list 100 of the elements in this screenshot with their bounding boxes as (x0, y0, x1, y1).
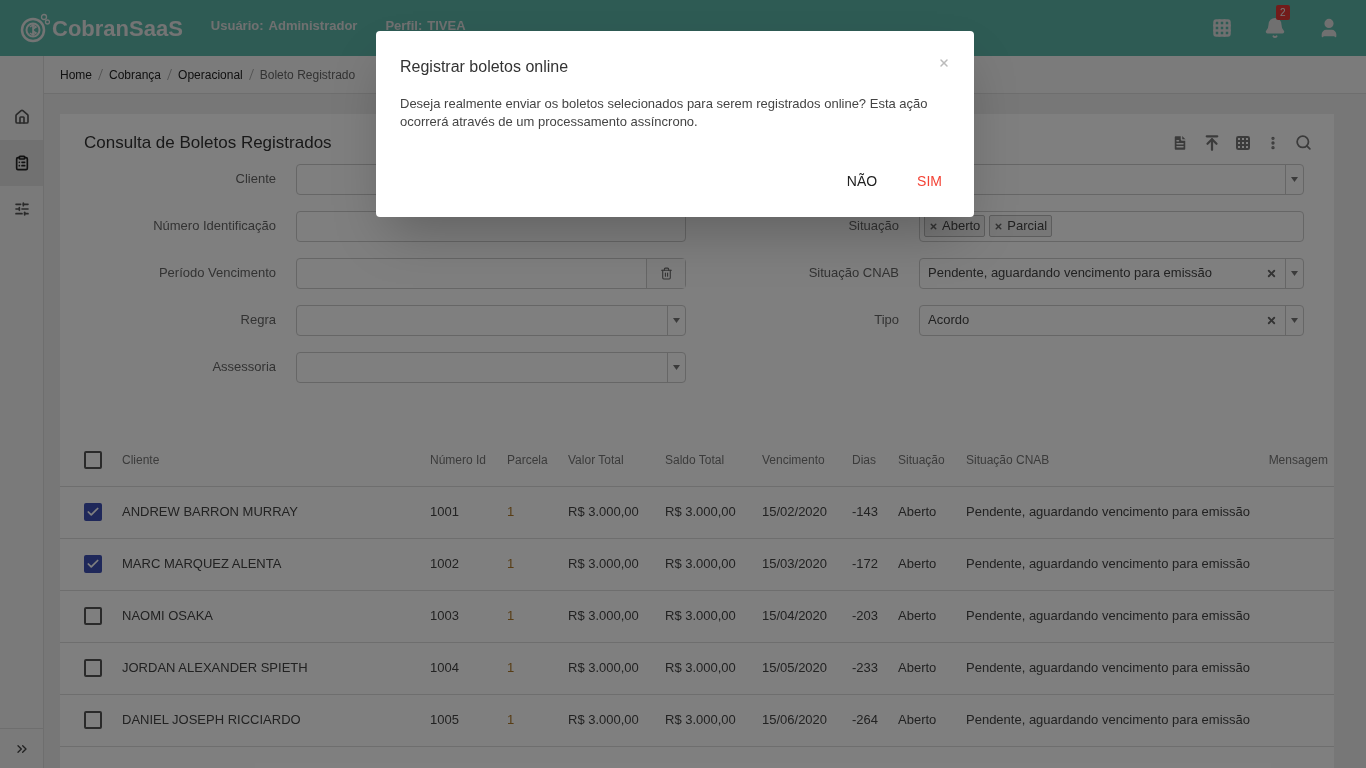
field-label: Tipo (874, 312, 899, 328)
dialog-message: Deseja realmente enviar os boletos selecionados para serem registrados online? Esta ação ocorrerá através de um processamento assíncrono. (399, 95, 929, 131)
apps-grid-icon[interactable] (1212, 18, 1232, 38)
table-cell: MARC MARQUEZ ALENTA (122, 556, 282, 572)
date-range-field[interactable] (296, 257, 686, 289)
remove-tag-icon[interactable] (929, 221, 938, 231)
table-cell: Aberto (898, 504, 937, 520)
table-cell: Pendente, aguardando vencimento para emissão (966, 556, 1251, 572)
table-cell: Aberto (898, 660, 937, 676)
column-header[interactable]: Situação CNAB (966, 453, 1050, 467)
table-cell: R$ 3.000,00 (568, 608, 639, 624)
checkbox[interactable] (84, 607, 102, 625)
table-cell: -203 (852, 608, 879, 624)
table-cell: -143 (852, 504, 879, 520)
table-row[interactable]: ANDREW BARRON MURRAY 1001 1 R$ 3.000,00 R$ 3.000,00 15/02/2020 -143 Aberto Pendente, aguardando vencimento para emissão (60, 486, 1334, 539)
table-cell: Aberto (898, 556, 937, 572)
column-header[interactable]: Cliente (122, 453, 160, 467)
dropdown-caret-icon (1291, 317, 1298, 323)
table-row[interactable]: DANIEL JOSEPH RICCIARDO 1005 1 R$ 3.000,00 R$ 3.000,00 15/06/2020 -264 Aberto Pendente, aguardando vencimento para emissão (60, 694, 1334, 747)
table-cell: Aberto (898, 712, 937, 728)
select-field[interactable]: Acordo (919, 304, 1304, 336)
clipboard-icon (13, 155, 30, 171)
table-cell: -172 (852, 556, 879, 572)
columns-grid-icon[interactable] (1235, 134, 1251, 151)
notifications-bell-icon[interactable] (1264, 17, 1286, 39)
confirm-button[interactable]: SIM (907, 167, 952, 196)
table-cell: Pendente, aguardando vencimento para emissão (966, 608, 1251, 624)
check-icon (86, 557, 100, 571)
table-cell: R$ 3.000,00 (568, 504, 639, 520)
table-cell: R$ 3.000,00 (665, 660, 736, 676)
tag[interactable]: Parcial (989, 215, 1053, 237)
table-cell: 1 (507, 712, 515, 728)
table-cell: DANIEL JOSEPH RICCIARDO (122, 712, 301, 728)
table-cell: 1 (507, 504, 515, 520)
breadcrumb-link[interactable]: Home (60, 65, 92, 84)
column-header[interactable]: Número Id (430, 453, 487, 467)
column-header[interactable]: Saldo Total (665, 453, 725, 467)
clear-icon[interactable] (1266, 267, 1277, 279)
tag[interactable]: Aberto (924, 215, 986, 237)
table-cell: 1 (507, 608, 515, 624)
table-cell: -233 (852, 660, 879, 676)
breadcrumb-link[interactable]: Cobrança (109, 65, 162, 84)
field-label: Regra (240, 312, 276, 328)
table-cell: 1002 (430, 556, 459, 572)
trash-icon[interactable] (659, 266, 673, 280)
breadcrumb-separator-icon (98, 69, 103, 80)
table-cell: 1005 (430, 712, 459, 728)
tags-field[interactable]: Aberto Parcial (919, 210, 1304, 242)
breadcrumb-link[interactable]: Operacional (178, 65, 243, 84)
table-cell: 15/04/2020 (762, 608, 828, 624)
document-icon[interactable] (1171, 133, 1189, 152)
checkbox[interactable] (84, 711, 102, 729)
sidebar-item[interactable] (0, 140, 43, 186)
column-header[interactable]: Dias (852, 453, 876, 467)
user-name: Administrador (268, 17, 358, 33)
table-cell: 1004 (430, 660, 459, 676)
field-label: Período Vencimento (158, 265, 276, 281)
dropdown-caret-icon (1291, 270, 1298, 276)
dialog-title: Registrar boletos online (400, 57, 569, 77)
logo-text: CobranSaaS (52, 14, 183, 43)
checkbox[interactable] (84, 555, 102, 573)
remove-tag-icon[interactable] (994, 221, 1004, 231)
close-icon[interactable] (938, 57, 950, 69)
clear-icon[interactable] (1266, 314, 1277, 326)
field-label: Situação CNAB (808, 265, 899, 281)
select-field[interactable]: Pendente, aguardando vencimento para emissão (919, 257, 1304, 289)
table-cell: Pendente, aguardando vencimento para emissão (966, 504, 1251, 520)
table-cell: 15/06/2020 (762, 712, 828, 728)
table-cell: R$ 3.000,00 (568, 660, 639, 676)
search-icon[interactable] (1295, 134, 1312, 152)
breadcrumb-link[interactable]: Boleto Registrado (259, 65, 356, 84)
dropdown-caret-icon (673, 317, 680, 323)
table-cell: Aberto (898, 608, 937, 624)
notification-badge: 2 (1276, 5, 1290, 20)
table-row[interactable]: JORDAN ALEXANDER SPIETH 1004 1 R$ 3.000,00 R$ 3.000,00 15/05/2020 -233 Aberto Pendente, aguardando vencimento para emissão (60, 642, 1334, 695)
user-label: Usuário: (210, 17, 264, 33)
checkbox[interactable] (84, 451, 102, 469)
checkbox[interactable] (84, 503, 102, 521)
table-cell: R$ 3.000,00 (665, 608, 736, 624)
table-cell: R$ 3.000,00 (665, 712, 736, 728)
check-icon (86, 505, 100, 519)
column-header[interactable]: Valor Total (568, 453, 624, 467)
table-cell: Pendente, aguardando vencimento para emissão (966, 712, 1251, 728)
cancel-button[interactable]: NÃO (836, 167, 888, 196)
checkbox[interactable] (84, 659, 102, 677)
breadcrumb-separator-icon (248, 69, 254, 80)
select-field[interactable] (296, 351, 686, 383)
table-cell: -264 (852, 712, 879, 728)
table-cell: R$ 3.000,00 (665, 504, 736, 520)
table-cell: Pendente, aguardando vencimento para emissão (966, 660, 1251, 676)
column-header[interactable]: Parcela (507, 453, 548, 467)
table-row[interactable]: NAOMI OSAKA 1003 1 R$ 3.000,00 R$ 3.000,00 15/04/2020 -203 Aberto Pendente, aguardando vencimento para emissão (60, 590, 1334, 643)
dropdown-caret-icon (1291, 176, 1298, 182)
profile-name: TIVEA (427, 17, 466, 33)
column-header[interactable]: Situação (898, 453, 945, 467)
upload-icon[interactable] (1203, 133, 1221, 152)
table-row[interactable]: MARC MARQUEZ ALENTA 1002 1 R$ 3.000,00 R$ 3.000,00 15/03/2020 -172 Aberto Pendente, aguardando vencimento para emissão (60, 538, 1334, 591)
select-field[interactable] (296, 304, 686, 336)
column-header[interactable]: Mensagem (1268, 453, 1328, 467)
column-header[interactable]: Vencimento (762, 453, 825, 467)
